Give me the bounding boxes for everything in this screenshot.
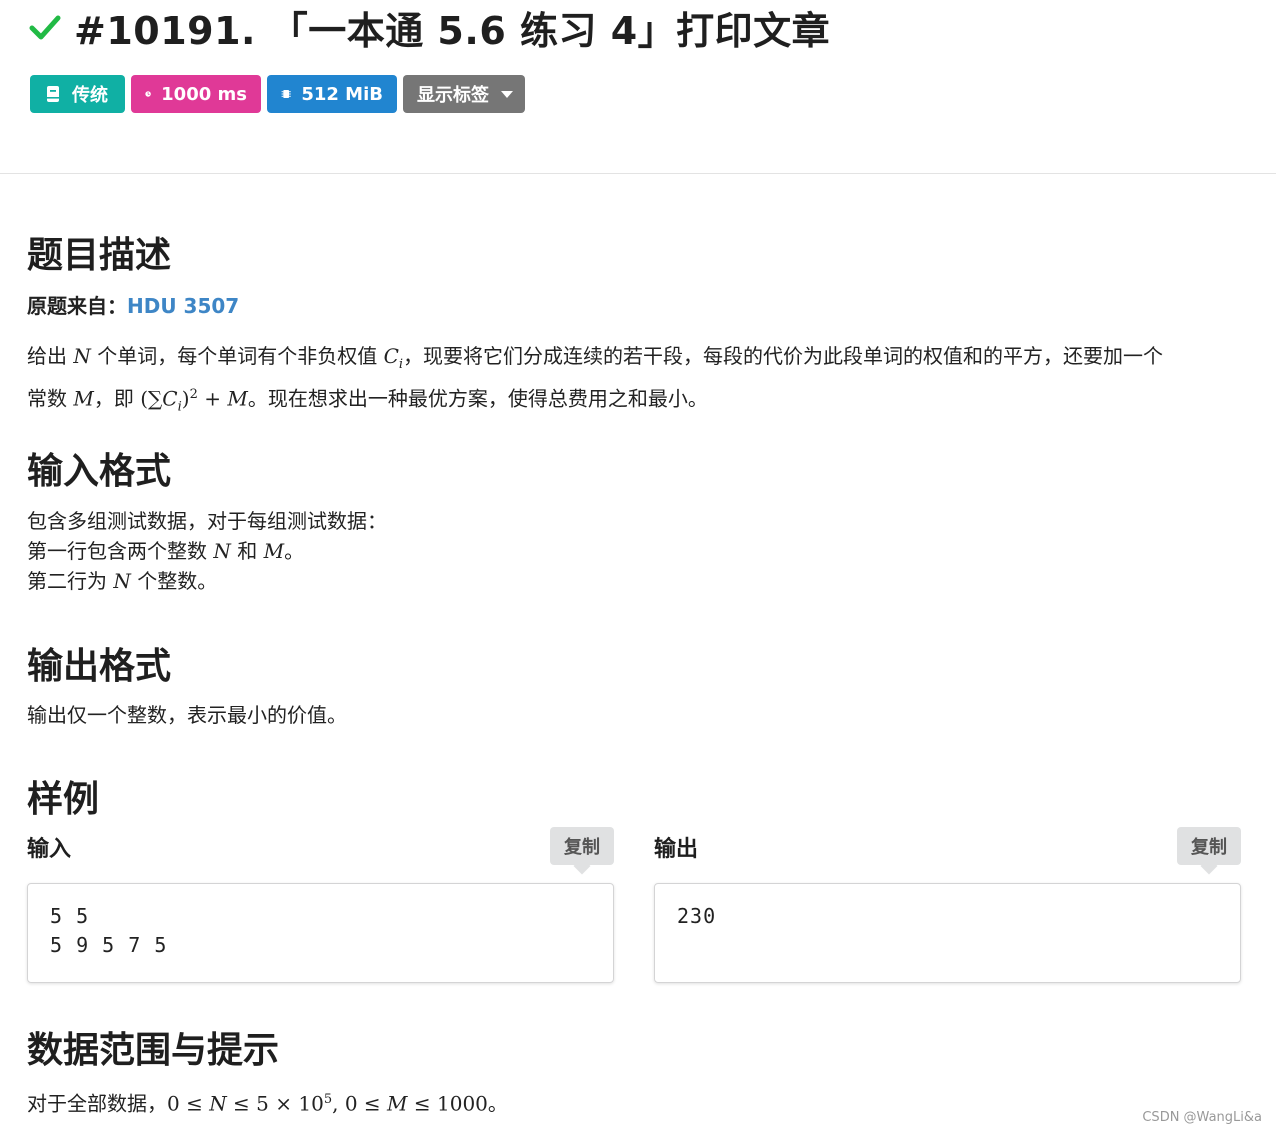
math-var-M: M [73,386,94,411]
chip-icon [281,89,291,99]
source-label: 原题来自： [27,294,127,318]
clock-icon [145,91,151,97]
desc-text-2: 个单词，每个单词有个非负权值 [90,344,384,368]
input-line-3a: 第二行为 [27,569,114,593]
desc-text-1: 给出 [27,344,74,368]
desc-text-4: 常数 [27,386,74,411]
constraint-exp: 5 [323,1092,333,1107]
problem-labels: 传统 1000 ms 512 MiB 显示标签 [30,75,525,113]
output-format-text: 输出仅一个整数，表示最小的价值。 [27,703,347,727]
book-icon [47,86,59,102]
sample-section: 输入 复制 5 5 5 9 5 7 5 输出 复制 230 [27,827,1241,987]
sample-input-header: 输入 复制 [27,827,614,867]
memory-limit-label: 512 MiB [267,75,397,113]
description-text: 给出 N 个单词，每个单词有个非负权值 Ci，现要将它们分成连续的若干段，每段的… [27,341,1241,423]
output-format-heading: 输出格式 [27,646,172,687]
desc-text-6: 。现在想求出一种最优方案，使得总费用之和最小。 [247,386,708,411]
input-var-N: N [213,539,231,563]
math-var-N: N [73,344,91,368]
check-icon [29,15,61,40]
input-line-3b: 个整数。 [130,569,218,593]
input-var-M: M [263,539,285,563]
sample-output-header: 输出 复制 [654,827,1241,867]
type-label: 传统 [30,75,125,113]
type-label-text: 传统 [72,85,108,106]
sample-heading: 样例 [27,779,100,820]
copy-output-button[interactable]: 复制 [1177,827,1241,865]
constraint-var-M: M [387,1091,408,1116]
sample-input-column: 输入 复制 5 5 5 9 5 7 5 [27,827,614,983]
sample-output-text: 230 [677,904,717,928]
time-limit-text: 1000 ms [161,83,247,105]
formula-open: (∑ [140,386,163,411]
formula-var-M: M [227,386,248,411]
source-line: 原题来自：HDU 3507 [27,291,1241,321]
formula-plus: + [197,386,228,411]
sample-output-title: 输出 [654,837,699,862]
caret-down-icon [501,90,513,98]
constraint-var-N: N [209,1091,227,1116]
sample-output-column: 输出 复制 230 [654,827,1241,983]
sample-output-box: 230 [654,883,1241,983]
constraints-heading: 数据范围与提示 [27,1030,280,1071]
problem-header: #10191. 「一本通 5.6 练习 4」打印文章 传统 1000 ms 51… [0,0,1276,174]
sample-input-title: 输入 [27,837,72,862]
input-format-text: 包含多组测试数据，对于每组测试数据： 第一行包含两个整数 N 和 M。 第二行为… [27,506,1241,596]
formula-exp: 2 [189,387,198,402]
source-link[interactable]: HDU 3507 [127,294,239,318]
desc-text-5: ，即 [93,386,141,411]
title-row: #10191. 「一本通 5.6 练习 4」打印文章 [28,2,831,53]
sample-input-box: 5 5 5 9 5 7 5 [27,883,614,983]
sample-input-text: 5 5 5 9 5 7 5 [50,904,168,957]
description-heading: 题目描述 [27,235,172,276]
input-line-2a: 第一行包含两个整数 [27,539,214,563]
time-limit-label: 1000 ms [131,75,261,113]
input-line-2c: 。 [284,539,305,563]
constraints-text: 对于全部数据，0 ≤ N ≤ 5 × 105, 0 ≤ M ≤ 1000。 [27,1085,1241,1119]
constraint-part-2: ≤ 5 × 10 [226,1091,324,1116]
input-var-N-2: N [113,569,131,593]
constraints-prefix: 对于全部数据， [27,1091,167,1116]
constraints-suffix: 。 [487,1091,508,1116]
constraint-part-1: 0 ≤ [167,1091,210,1116]
input-line-1: 包含多组测试数据，对于每组测试数据： [27,509,387,533]
formula-close: ) [181,386,190,411]
copy-input-button[interactable]: 复制 [550,827,614,865]
show-tags-text: 显示标签 [417,85,489,106]
constraint-part-3: 0 ≤ [344,1091,388,1116]
input-format-heading: 输入格式 [27,451,172,492]
memory-limit-text: 512 MiB [301,83,383,105]
show-tags-button[interactable]: 显示标签 [403,75,525,113]
formula-var-C: C [162,386,178,411]
constraint-part-4: ≤ 1000 [407,1091,488,1116]
csdn-watermark: CSDN @WangLi&a [1142,1110,1262,1125]
desc-text-3: ，现要将它们分成连续的若干段，每段的代价为此段单词的权值和的平方，还要加一个 [403,344,1164,368]
constraint-sep: , [332,1091,345,1116]
problem-title: #10191. 「一本通 5.6 练习 4」打印文章 [74,8,831,53]
input-line-2b: 和 [230,539,264,563]
math-var-C: C [383,344,399,368]
